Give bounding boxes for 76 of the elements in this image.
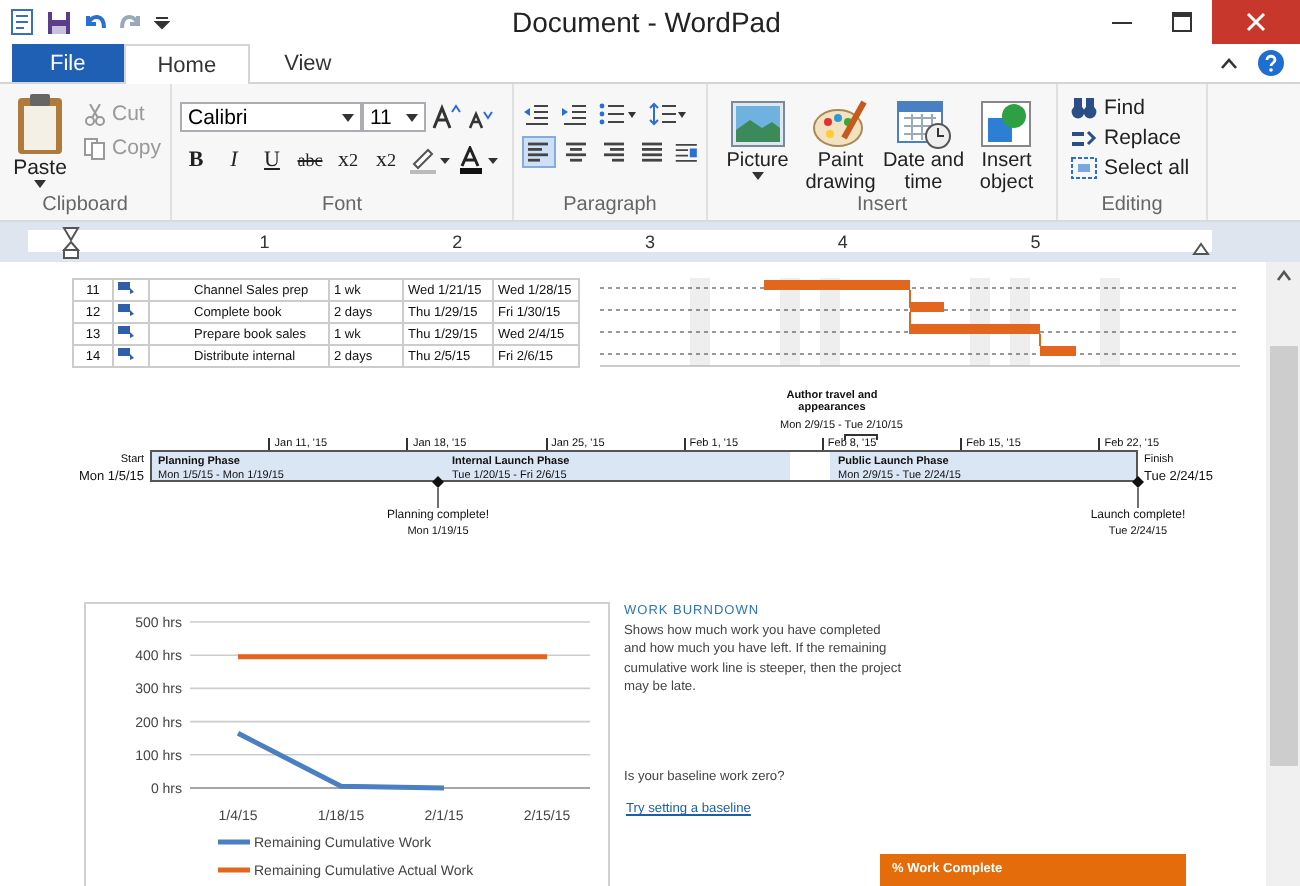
replace-icon: [1070, 126, 1098, 150]
close-icon: [1246, 12, 1266, 32]
align-left-icon: [524, 140, 553, 164]
group-label: Editing: [1099, 194, 1165, 220]
align-center-icon: [562, 140, 591, 164]
align-right-icon: [600, 140, 629, 164]
font-style-button[interactable]: I: [218, 144, 250, 174]
insert-button[interactable]: Insert object: [965, 98, 1048, 194]
font-color-icon[interactable]: [458, 145, 502, 173]
group-label: Paragraph: [561, 194, 659, 220]
decrease-indent-icon[interactable]: [522, 102, 550, 126]
caret-icon: [751, 172, 764, 180]
caret-icon: [342, 113, 354, 121]
vertical-scrollbar[interactable]: [1266, 262, 1300, 886]
ruler-number: 4: [837, 231, 848, 251]
binoculars-icon: [1070, 96, 1098, 120]
object-icon: [978, 98, 1035, 150]
insert-button[interactable]: Date and time: [882, 98, 965, 194]
ruler-number: 5: [1030, 231, 1041, 251]
ribbon-tab[interactable]: View: [250, 44, 366, 82]
ruler-number: 2: [452, 231, 463, 251]
clipboard-icon: [12, 92, 68, 156]
editing-button[interactable]: Replace: [1066, 124, 1198, 152]
font-style-button[interactable]: B: [180, 144, 212, 174]
align-button[interactable]: [522, 136, 556, 168]
font-style-button[interactable]: U: [256, 144, 288, 174]
font-family-dropdown[interactable]: Calibri: [180, 102, 362, 132]
bullet-list-icon[interactable]: [598, 102, 638, 126]
editing-button[interactable]: Select all: [1066, 154, 1198, 182]
milestone-icon: [1132, 476, 1144, 508]
collapse-ribbon-icon[interactable]: [1220, 57, 1238, 69]
help-icon[interactable]: [1258, 50, 1284, 76]
align-justify-icon: [638, 140, 667, 164]
font-style-button[interactable]: abc: [294, 144, 326, 174]
ruler-number: 1: [259, 231, 270, 251]
save-icon[interactable]: [46, 9, 72, 35]
file-menu-tab[interactable]: File: [12, 44, 124, 82]
group-label: Insert: [854, 194, 909, 220]
window-title: Document - WordPad: [510, 6, 783, 38]
caret-icon: [34, 180, 46, 188]
editing-button[interactable]: Find: [1066, 94, 1198, 122]
close-button[interactable]: [1212, 0, 1300, 44]
group-label: Clipboard: [40, 194, 130, 220]
minimize-icon: [1112, 21, 1132, 23]
task-mode-icon: [118, 304, 134, 316]
copy-icon: [84, 137, 106, 159]
grow-font-icon[interactable]: [432, 104, 462, 130]
select-all-icon: [1070, 156, 1098, 180]
right-indent-marker-icon[interactable]: [1192, 242, 1210, 256]
insert-button[interactable]: Paint drawing: [799, 98, 882, 194]
dropdown-caret-icon[interactable]: [154, 14, 170, 30]
ruler[interactable]: 1 2 3 4 5: [0, 222, 1300, 262]
paragraph-settings-icon[interactable]: [673, 140, 698, 164]
font-size-dropdown[interactable]: 11: [362, 102, 426, 132]
task-mode-icon: [118, 348, 134, 360]
task-mode-icon: [118, 326, 134, 338]
landscape-icon: [729, 98, 786, 150]
callout-bracket: [844, 434, 878, 440]
ribbon-tab[interactable]: Home: [123, 44, 251, 84]
task-mode-icon: [118, 282, 134, 294]
insert-button[interactable]: Picture: [716, 98, 799, 194]
paste-button[interactable]: Paste: [8, 92, 72, 194]
milestone-icon: [432, 476, 444, 508]
indent-marker-icon[interactable]: [62, 226, 80, 260]
caret-icon: [406, 113, 418, 121]
scissors-icon: [84, 103, 106, 125]
palette-icon: [812, 98, 869, 150]
ruler-number: 3: [644, 231, 655, 251]
increase-indent-icon[interactable]: [560, 102, 588, 126]
group-label: Font: [319, 194, 364, 220]
calendar-clock-icon: [895, 98, 952, 150]
document-icon[interactable]: [8, 8, 36, 36]
scroll-up-icon[interactable]: [1275, 270, 1291, 282]
line-spacing-icon[interactable]: [648, 102, 688, 126]
maximize-icon: [1172, 12, 1192, 32]
highlighter-icon[interactable]: [408, 145, 452, 173]
